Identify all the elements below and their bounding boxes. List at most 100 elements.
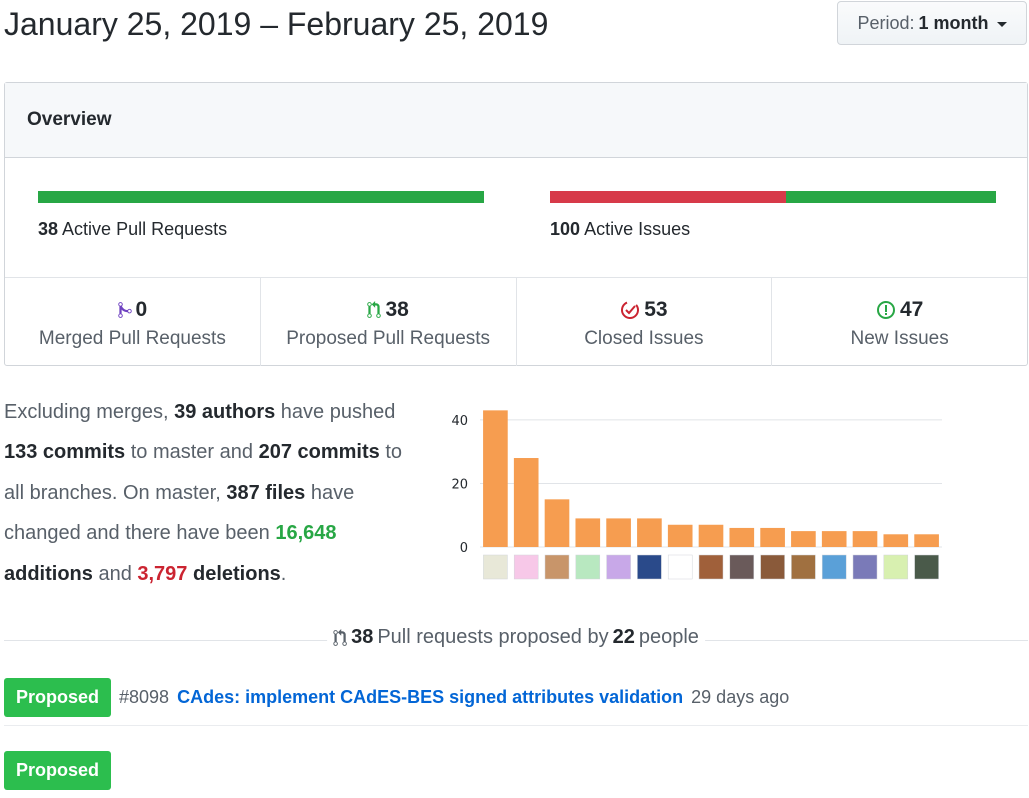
stat-closed-issues[interactable]: 53 Closed Issues <box>517 278 773 366</box>
avatar <box>667 554 693 580</box>
overview-panel: Overview 38 Active Pull Requests 100 Act… <box>4 82 1028 366</box>
chart-bar <box>760 527 785 547</box>
avatar <box>883 554 909 580</box>
period-value: 1 month <box>918 12 989 33</box>
stat-merged-pull-requests[interactable]: 0 Merged Pull Requests <box>5 278 261 366</box>
issue-opened-icon <box>876 300 896 320</box>
active-issues-summary[interactable]: 100 Active Issues <box>550 219 690 240</box>
stat-new-issues[interactable]: 47 New Issues <box>772 278 1027 366</box>
new-issues-count: 47 <box>899 298 924 321</box>
issue-closed-icon <box>620 300 640 320</box>
chart-bar <box>544 499 570 547</box>
avatar <box>544 554 570 580</box>
files-count: 387 <box>226 481 260 504</box>
avatar <box>575 554 601 580</box>
avatar <box>852 554 878 580</box>
y-tick-label: 0 <box>460 541 468 556</box>
chart-bar <box>852 531 878 547</box>
summary-text: have pushed <box>275 401 396 423</box>
chart-bar <box>513 458 539 547</box>
all-commits-word: commits <box>297 441 380 464</box>
chart-bar <box>637 518 662 547</box>
chart-bar <box>667 524 693 547</box>
period-label: Period: <box>857 12 915 33</box>
pr-number: #8098 <box>119 687 170 707</box>
deletions-word: deletions <box>193 562 281 585</box>
active-issues-count: 100 <box>550 219 581 239</box>
deletions-count: 3,797 <box>137 562 188 585</box>
avatar <box>698 554 724 580</box>
overview-stats: 0 Merged Pull Requests 38 Proposed Pull … <box>5 278 1027 366</box>
chart-bar <box>883 534 909 547</box>
contributors-commit-chart: 0 20 40 <box>451 410 942 580</box>
pr-timestamp: 29 days ago <box>691 687 790 707</box>
avatar <box>760 554 785 580</box>
files-word: files <box>265 481 306 504</box>
open-pr-bar-segment <box>38 191 484 203</box>
commit-summary-text: Excluding merges, 39 authors have pushed… <box>4 392 424 594</box>
list-item: Proposed <box>4 742 1028 798</box>
additions-word: additions <box>4 562 93 585</box>
authors-count: 39 authors <box>174 401 276 423</box>
closed-issues-label: Closed Issues <box>584 328 704 349</box>
closed-issues-count: 53 <box>644 298 668 321</box>
overview-summary: 38 Active Pull Requests 100 Active Issue… <box>5 158 1027 278</box>
summary-text: to master and <box>125 441 259 464</box>
period-dropdown-button[interactable]: Period: 1 month <box>837 1 1027 45</box>
git-pull-request-icon <box>333 628 347 647</box>
closed-issues-bar-segment <box>550 191 787 203</box>
master-commits-count: 133 commits <box>4 441 126 464</box>
y-tick-label: 40 <box>451 414 468 429</box>
overview-title: Overview <box>5 83 1027 158</box>
chart-bar <box>729 527 755 547</box>
pr-heading-text: Pull requests proposed by <box>377 626 609 648</box>
git-merge-icon <box>117 301 132 319</box>
list-item: Proposed #8098 CAdes: implement CAdES-BE… <box>4 670 1028 726</box>
summary-text: . <box>280 562 287 585</box>
status-badge: Proposed <box>4 750 112 790</box>
pr-total-count: 38 <box>351 626 374 648</box>
active-issues-label: Active Issues <box>584 219 691 239</box>
page-header: January 25, 2019 – February 25, 2019 Per… <box>0 0 1029 60</box>
avatar <box>637 554 662 580</box>
status-badge: Proposed <box>4 678 112 717</box>
issues-bar <box>550 191 996 203</box>
avatar <box>513 554 539 580</box>
proposed-pr-count: 38 <box>385 298 409 321</box>
date-range-title: January 25, 2019 – February 25, 2019 <box>4 6 549 42</box>
chart-bar <box>821 531 847 547</box>
avatar <box>821 554 847 580</box>
stat-proposed-pull-requests[interactable]: 38 Proposed Pull Requests <box>261 278 517 366</box>
chart-bar <box>606 518 631 547</box>
new-issues-label: New Issues <box>850 328 949 349</box>
summary-text: Excluding merges, <box>4 401 175 423</box>
chart-bar <box>791 531 816 547</box>
merged-pr-count: 0 <box>135 298 148 321</box>
additions-count: 16,648 <box>275 522 337 545</box>
avatar <box>483 554 508 580</box>
merged-pr-label: Merged Pull Requests <box>38 328 226 349</box>
git-pull-request-icon <box>367 301 382 319</box>
y-tick-label: 20 <box>451 477 468 492</box>
avatar <box>791 554 816 580</box>
avatar <box>606 554 631 580</box>
proposed-pr-label: Proposed Pull Requests <box>286 328 491 349</box>
chevron-down-icon <box>996 21 1007 27</box>
active-pr-label: Active Pull Requests <box>62 219 228 239</box>
summary-text: and <box>92 562 138 585</box>
all-commits-count: 207 <box>258 441 292 464</box>
pr-heading-tail: people <box>638 626 699 648</box>
avatar <box>729 554 755 580</box>
new-issues-bar-segment <box>786 191 996 203</box>
active-pull-requests-summary[interactable]: 38 Active Pull Requests <box>38 219 227 240</box>
chart-bar <box>575 518 601 547</box>
chart-bar <box>698 524 724 547</box>
pull-requests-heading: 38 Pull requests proposed by 22 people <box>327 626 705 649</box>
pull-requests-bar <box>38 191 484 203</box>
pr-title-link[interactable]: CAdes: implement CAdES-BES signed attrib… <box>177 687 683 708</box>
avatar <box>914 554 939 580</box>
pull-requests-divider: 38 Pull requests proposed by 22 people <box>4 626 1028 662</box>
pr-people-count: 22 <box>612 626 635 648</box>
chart-bar <box>914 534 939 547</box>
chart-bar <box>483 410 508 547</box>
